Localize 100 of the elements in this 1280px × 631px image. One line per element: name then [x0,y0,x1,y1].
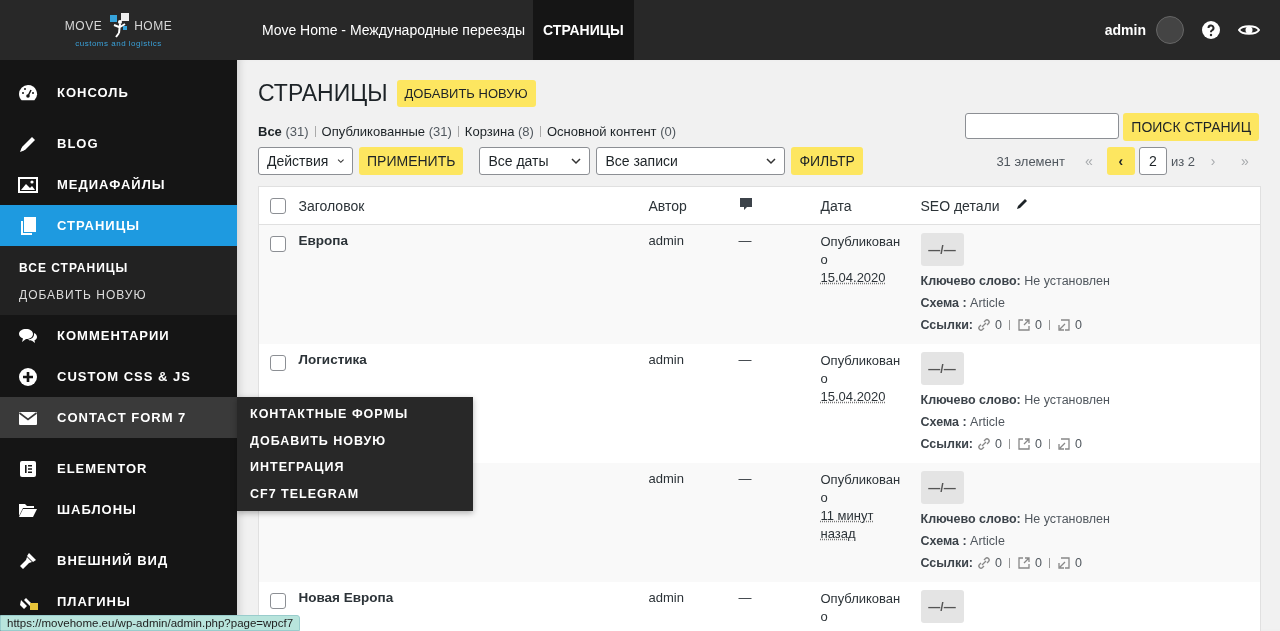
view-filter-link[interactable]: Корзина (8) [464,124,534,139]
page-title-link[interactable]: Логистика [298,352,367,367]
date-filter-dropdown[interactable]: Все даты [479,147,591,175]
sidebar-item[interactable]: BLOG [0,123,237,164]
current-page-tab[interactable]: СТРАНИЦЫ [533,0,634,60]
submenu-item[interactable]: ДОБАВИТЬ НОВУЮ [0,281,237,308]
logo[interactable]: MOVE HOME customs and logistics [64,12,173,48]
incoming-link-icon [1056,556,1071,570]
flyout-item[interactable]: КОНТАКТНЫЕ ФОРМЫ [237,401,473,428]
links-label: Ссылки: [920,317,974,334]
apply-button[interactable]: ПРИМЕНИТЬ [359,147,464,175]
keyword-text: Ключево слово: Не установлен [920,392,1110,409]
comments-cell: — [738,352,752,367]
view-filter-link[interactable]: Основной контент (0) [546,124,677,139]
link-count: 0 [1074,317,1082,334]
keyword-text: Ключево слово: Не установлен [920,273,1110,290]
plus-icon [18,366,38,387]
sidebar-item[interactable]: МЕДИАФАЙЛЫ [0,164,237,205]
link-count: 0 [995,555,1002,572]
row-checkbox[interactable] [270,593,286,609]
author-link[interactable]: admin [648,471,684,486]
page-title-link[interactable]: Европа [298,233,348,248]
seo-score-badge: —/— [920,233,964,266]
link-icon [977,556,992,570]
publish-status: Опубликовано [820,234,901,267]
page-number-field[interactable]: 2 [1138,147,1167,175]
eye-icon[interactable] [1238,22,1260,38]
publish-status: Опубликовано [820,472,901,505]
external-link-icon [1017,318,1031,332]
publish-date: 11 минут назад [820,507,875,543]
link-count: 0 [1074,555,1082,572]
sidebar-item[interactable]: КОНСОЛЬ [0,72,237,113]
publish-date: 15.04.2020 [820,388,887,406]
publish-status: Опубликовано [820,353,901,386]
author-link[interactable]: admin [648,352,684,367]
flyout-item[interactable]: ДОБАВИТЬ НОВУЮ [237,427,473,454]
view-filter-link[interactable]: Опубликованные (31) [321,124,452,139]
pagination-button[interactable]: ‹ [1106,147,1135,175]
add-new-button[interactable]: ДОБАВИТЬ НОВУЮ [396,80,536,107]
sidebar-item[interactable]: ВНЕШНИЙ ВИД [0,540,237,581]
schema-text: Схема : Article [920,414,1005,431]
comments-cell: — [738,233,752,248]
link-count: 0 [995,317,1002,334]
bulk-actions-dropdown[interactable]: Действия [258,147,353,175]
logo-tagline: customs and logistics [75,38,162,48]
author-link[interactable]: admin [648,590,684,605]
incoming-link-icon [1056,437,1071,451]
page-title-link[interactable]: Новая Европа [298,590,394,605]
gauge-icon [18,82,38,103]
link-count: 0 [1074,436,1082,453]
link-count: 0 [995,436,1002,453]
select-all-checkbox[interactable] [270,197,286,214]
view-filter-link[interactable]: Все (31) [258,124,309,139]
help-icon[interactable] [1202,21,1220,39]
seo-score-badge: —/— [920,352,964,385]
link-count: 0 [1035,317,1042,334]
sidebar-item[interactable]: ШАБЛОНЫ [0,489,237,530]
links-label: Ссылки: [920,436,974,453]
page-total: из 2 [1170,153,1195,169]
flyout-item[interactable]: CF7 TELEGRAM [237,480,473,507]
links-label: Ссылки: [920,555,974,572]
flyout-item[interactable]: ИНТЕГРАЦИЯ [237,454,473,481]
pencil-icon[interactable] [1015,197,1030,211]
link-icon [977,318,992,332]
logo-text: HOME [134,18,173,33]
user-name[interactable]: admin [1104,22,1146,38]
sidebar-item[interactable]: КОММЕНТАРИИ [0,315,237,356]
avatar[interactable] [1156,16,1184,44]
status-link-tooltip: https://movehome.eu/wp-admin/admin.php?page=wpcf7 [0,615,301,631]
comment-icon [738,197,753,211]
column-header[interactable]: Дата [820,197,852,214]
search-pages-button[interactable]: ПОИСК СТРАНИЦ [1123,113,1259,141]
link-count: 0 [1035,436,1042,453]
sidebar-item[interactable]: CUSTOM CSS & JS [0,356,237,397]
filter-button[interactable]: ФИЛЬТР [791,147,863,175]
seo-score-badge: —/— [920,590,964,623]
column-header[interactable]: SEO детали [920,198,1000,214]
row-checkbox[interactable] [270,236,286,252]
comments-cell: — [738,590,752,605]
publish-status: Опубликовано [820,591,901,624]
image-icon [18,174,38,195]
logo-text: MOVE [64,18,103,33]
author-link[interactable]: admin [648,233,684,248]
link-icon [977,437,992,451]
site-title[interactable]: Move Home - Международные переезды [262,22,526,38]
pages-icon [18,215,38,236]
row-checkbox[interactable] [270,355,286,371]
external-link-icon [1017,437,1031,451]
records-filter-dropdown[interactable]: Все записи [596,147,786,175]
column-header[interactable]: Заголовок [298,197,365,214]
link-count: 0 [1035,555,1042,572]
external-link-icon [1017,556,1031,570]
column-header[interactable]: Автор [648,197,687,214]
incoming-link-icon [1056,318,1071,332]
search-field[interactable] [965,113,1120,139]
publish-date: 15.04.2020 [820,269,887,287]
sidebar-item[interactable]: ELEMENTOR [0,448,237,489]
seo-score-badge: —/— [920,471,964,504]
brush-icon [18,550,38,571]
submenu-item[interactable]: ВСЕ СТРАНИЦЫ [0,254,237,281]
